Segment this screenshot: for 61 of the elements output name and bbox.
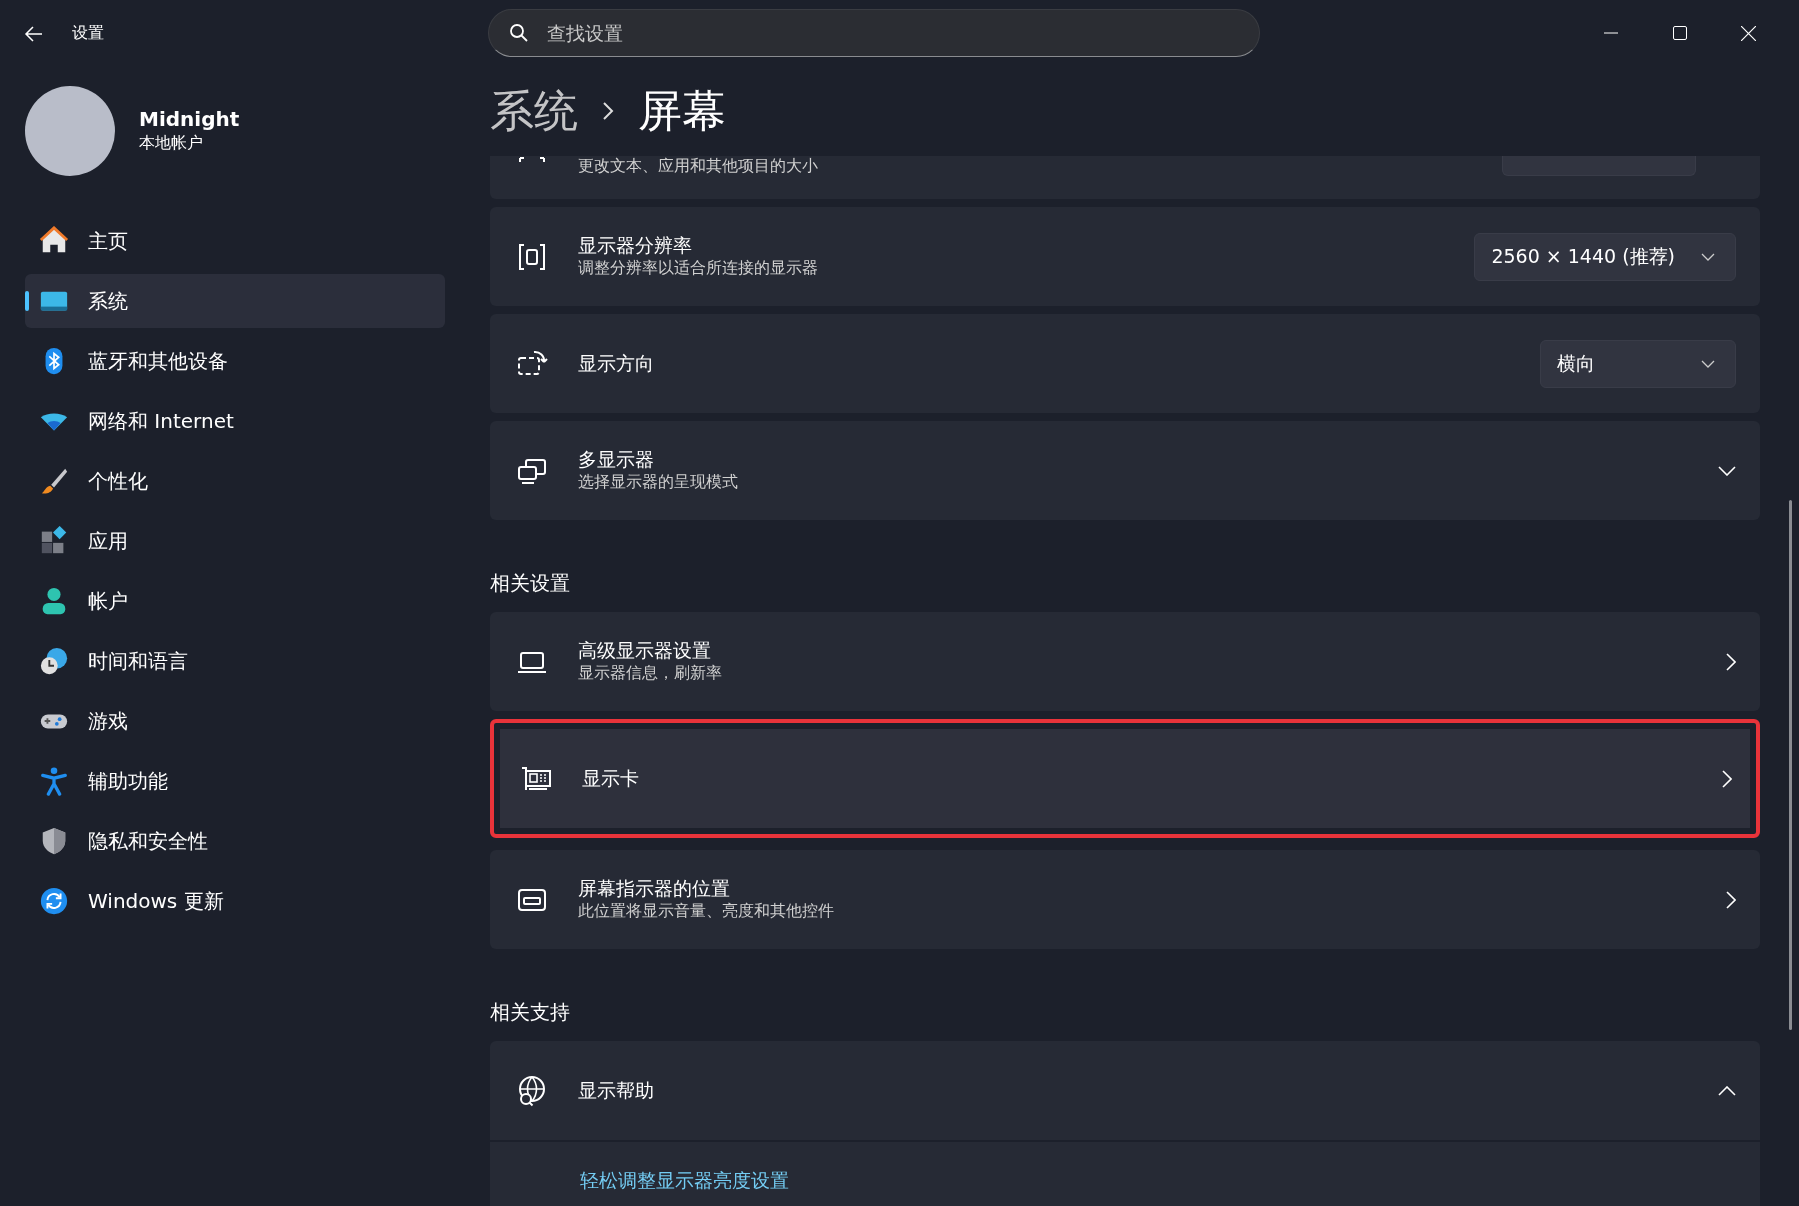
chevron-down-icon [1701, 359, 1715, 368]
sidebar-item[interactable]: 蓝牙和其他设备 [25, 334, 445, 388]
dropdown[interactable]: 2560 × 1440 (推荐) [1474, 232, 1736, 281]
window-title: 设置 [72, 22, 104, 44]
sidebar-item[interactable]: Windows 更新 [25, 874, 445, 928]
setting-row[interactable]: 显示方向 横向 [490, 314, 1760, 413]
account-name: Midnight [139, 107, 240, 131]
search-icon [509, 23, 529, 43]
setting-title: 显示帮助 [578, 1078, 655, 1103]
scale-icon [516, 156, 548, 164]
setting-title: 高级显示器设置 [578, 639, 712, 663]
apps-icon [39, 526, 69, 556]
page-title: 屏幕 [638, 84, 726, 138]
section-heading: 相关设置 [490, 570, 571, 597]
sidebar-item[interactable]: 帐户 [25, 574, 445, 628]
sidebar-item[interactable]: 网络和 Internet [25, 394, 445, 448]
accessibility-icon [39, 766, 69, 796]
search-field[interactable]: 查找设置 [488, 9, 1260, 57]
setting-row[interactable]: 显示卡 [490, 719, 1760, 838]
chevron-right-icon [1726, 890, 1736, 909]
account-type: 本地帐户 [139, 132, 204, 154]
setting-title: 显示器分辨率 [578, 234, 693, 258]
breadcrumb-link[interactable]: 系统 [490, 78, 578, 144]
chevron-down-icon [1701, 252, 1715, 261]
setting-title: 多显示器 [578, 448, 655, 472]
setting-row[interactable]: 显示帮助 [490, 1041, 1760, 1140]
section-heading: 相关支持 [490, 999, 571, 1026]
setting-row[interactable]: 高级显示器设置 显示器信息，刷新率 [490, 612, 1760, 711]
sidebar-item[interactable]: 系统 [25, 274, 445, 328]
setting-description: 此位置将显示音量、亮度和其他控件 [578, 900, 835, 922]
search-input[interactable]: 查找设置 [545, 17, 1239, 49]
sidebar-item[interactable]: 游戏 [25, 694, 445, 748]
sidebar-item[interactable]: 主页 [25, 214, 445, 268]
sidebar-item[interactable]: 辅助功能 [25, 754, 445, 808]
chevron-up-icon[interactable] [1718, 1085, 1736, 1096]
setting-row[interactable]: 显示器分辨率 调整分辨率以适合所连接的显示器 2560 × 1440 (推荐) [490, 207, 1760, 306]
sidebar-item[interactable]: 应用 [25, 514, 445, 568]
sidebar-item[interactable]: 时间和语言 [25, 634, 445, 688]
setting-description: 选择显示器的呈现模式 [578, 471, 739, 493]
setting-description: 更改文本、应用和其他项目的大小 [578, 156, 819, 177]
sidebar-item[interactable]: 个性化 [25, 454, 445, 508]
close-icon [1741, 25, 1756, 41]
maximize-icon [1672, 26, 1687, 40]
setting-description: 调整分辨率以适合所连接的显示器 [578, 257, 819, 279]
help-link[interactable]: 轻松调整显示器亮度设置 [580, 1166, 1760, 1195]
setting-title: 显示方向 [578, 351, 655, 376]
setting-row[interactable]: 多显示器 选择显示器的呈现模式 [490, 421, 1760, 520]
chevron-icon [602, 101, 614, 121]
dropdown[interactable]: 横向 [1540, 339, 1736, 388]
globe-clock-icon [39, 646, 69, 676]
setting-row[interactable]: 屏幕指示器的位置 此位置将显示音量、亮度和其他控件 [490, 850, 1760, 949]
globe-search-icon [516, 1074, 548, 1107]
refresh-icon [39, 886, 69, 916]
setting-title: 屏幕指示器的位置 [578, 877, 731, 901]
sidebar-item[interactable]: 隐私和安全性 [25, 814, 445, 868]
scrollbar-thumb[interactable] [1789, 500, 1792, 1030]
chevron-down-icon[interactable] [1718, 465, 1736, 476]
setting-description: 显示器信息，刷新率 [578, 662, 723, 684]
chevron-right-icon [1722, 769, 1732, 788]
setting-title: 显示卡 [582, 766, 640, 791]
chevron-right-icon [1726, 652, 1736, 671]
